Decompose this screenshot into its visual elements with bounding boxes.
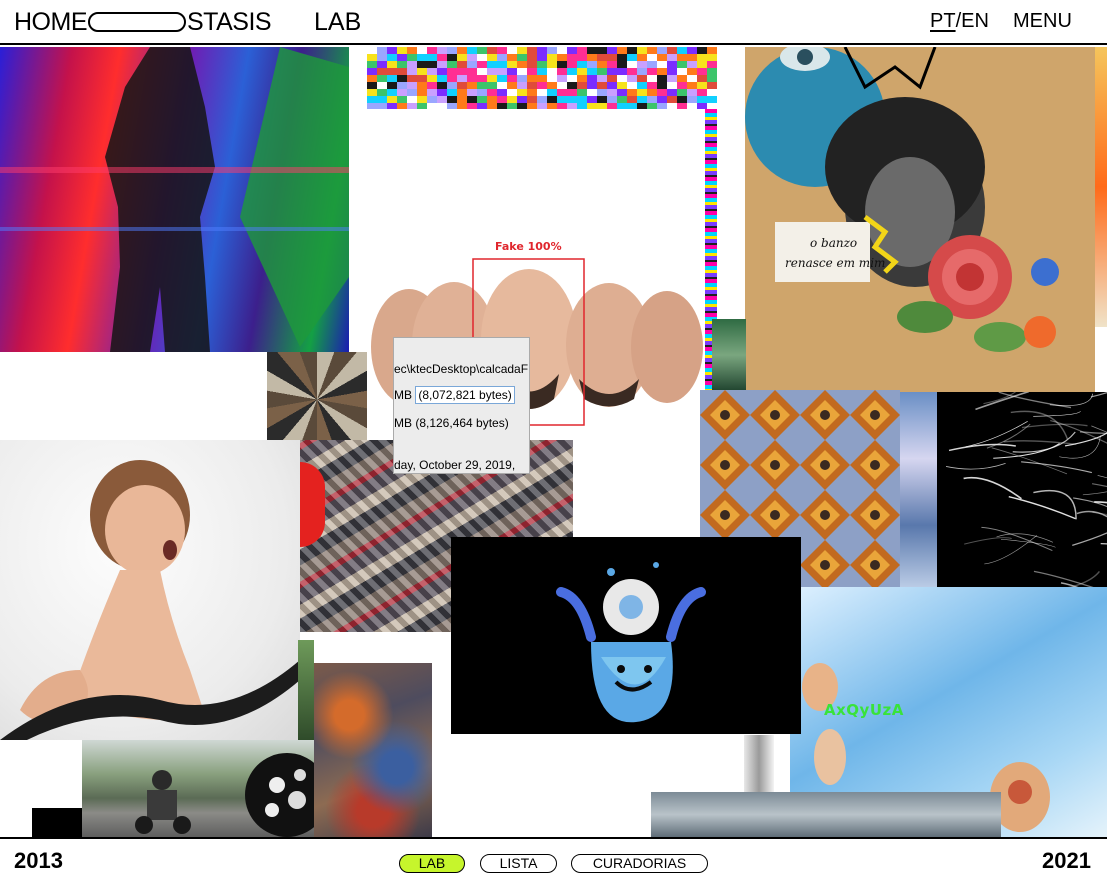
timeline-start-year: 2013 [14, 848, 63, 873]
logo-pill-shape [88, 12, 186, 32]
artwork-cartoon-figure[interactable] [451, 537, 801, 734]
artwork-collage: Fake 100% o banzo renasce em mim ec\ktec… [0, 47, 1107, 837]
tab-lab[interactable]: LAB [399, 854, 465, 873]
artwork-forest-sliver [712, 319, 746, 391]
svg-text:o banzo: o banzo [810, 236, 857, 250]
file-path-text: ec\ktecDesktop\calcadaF [394, 362, 529, 376]
tab-lista[interactable]: LISTA [480, 854, 557, 873]
artwork-3d-figure[interactable] [0, 440, 300, 740]
overlay-code-text: AxQyUzA [824, 701, 904, 719]
menu-button[interactable]: MENU [1013, 10, 1072, 33]
section-title: LAB [314, 8, 362, 36]
lang-pt-link[interactable]: PT [930, 10, 956, 32]
tab-curadorias[interactable]: CURADORIAS [571, 854, 708, 873]
file-size-line-2: MB (8,126,464 bytes) [394, 416, 509, 430]
deepfake-caption: Fake 100% [495, 240, 562, 253]
language-switcher: PT/EN [930, 10, 989, 33]
artwork-mixed-collage[interactable] [267, 352, 367, 447]
artwork-cloud-photo[interactable] [651, 792, 1001, 837]
timeline-footer: 2013 LAB LISTA CURADORIAS 2021 [0, 837, 1107, 883]
file-size-line-1: MB (8,072,821 bytes) [394, 386, 515, 404]
artwork-portrait-collage[interactable]: o banzo renasce em mim [745, 47, 1095, 392]
site-header: HOME STASIS LAB PT/EN MENU [0, 0, 1107, 45]
artwork-shadow-glitch[interactable] [0, 47, 349, 352]
artwork-black-block [32, 808, 82, 837]
artwork-blue-sliver [900, 392, 937, 592]
artwork-abstract-paint[interactable] [314, 663, 432, 837]
artwork-right-edge [1095, 47, 1107, 327]
lang-en-link[interactable]: EN [961, 10, 989, 32]
file-properties-screenshot[interactable]: ec\ktecDesktop\calcadaF MB (8,072,821 by… [393, 337, 530, 474]
artwork-street-photo[interactable] [82, 740, 314, 837]
svg-text:renasce em mim: renasce em mim [785, 256, 885, 270]
artwork-pixel-glitch[interactable] [367, 47, 717, 109]
logo-text-stasis: STASIS [187, 7, 272, 36]
artwork-red-shape [300, 462, 325, 547]
logo-text-home: HOME [14, 7, 88, 36]
artwork-shell-sliver [744, 735, 774, 795]
timeline-end-year: 2021 [1042, 848, 1091, 873]
site-logo[interactable]: HOME STASIS [14, 7, 272, 37]
file-date-line: day, October 29, 2019, [394, 458, 516, 472]
artwork-green-sliver [298, 640, 314, 740]
